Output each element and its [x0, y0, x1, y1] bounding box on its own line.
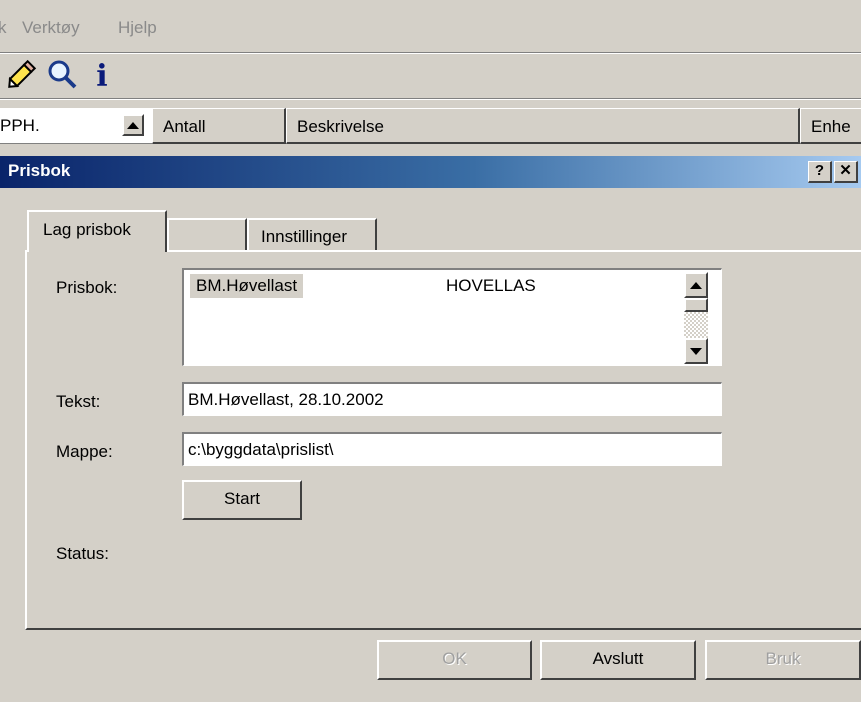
- list-item-code: HOVELLAS: [446, 276, 536, 295]
- mappe-label: Mappe:: [56, 442, 113, 461]
- search-button[interactable]: [44, 58, 80, 94]
- mappe-field[interactable]: c:\byggdata\prislist\: [182, 432, 722, 466]
- menu-item-partial[interactable]: k: [0, 18, 7, 38]
- search-icon: [46, 58, 78, 95]
- combo-up-button[interactable]: [122, 114, 144, 136]
- list-item-name[interactable]: BM.Høvellast: [190, 274, 304, 298]
- column-header-enhet[interactable]: Enhe: [800, 108, 861, 144]
- ok-button[interactable]: OK: [377, 640, 532, 680]
- pencil-icon: [6, 58, 38, 95]
- close-icon: ✕: [839, 162, 852, 179]
- toolbar-separator: [0, 98, 861, 100]
- dialog-titlebar[interactable]: Prisbok ? ✕: [0, 156, 861, 188]
- tekst-label: Tekst:: [56, 392, 101, 411]
- tab-blank[interactable]: [167, 218, 247, 250]
- scroll-down-button[interactable]: [684, 338, 708, 364]
- column-header-antall[interactable]: Antall: [152, 108, 286, 144]
- grid-combo[interactable]: PPH.: [0, 108, 152, 144]
- tab-innstillinger[interactable]: Innstillinger: [247, 218, 377, 250]
- prisbok-listbox[interactable]: BM.Høvellast HOVELLAS: [182, 268, 722, 366]
- column-header-beskrivelse[interactable]: Beskrivelse: [286, 108, 800, 144]
- status-label: Status:: [56, 544, 109, 563]
- listbox-scrollbar[interactable]: [684, 272, 708, 364]
- bruk-button[interactable]: Bruk: [705, 640, 861, 680]
- toolbar: i: [0, 54, 861, 100]
- help-icon: ?: [814, 162, 825, 179]
- avslutt-button[interactable]: Avslutt: [540, 640, 696, 680]
- arrow-up-icon: [690, 281, 702, 289]
- close-button[interactable]: ✕: [834, 161, 858, 183]
- dialog-title: Prisbok: [8, 161, 71, 180]
- help-button[interactable]: ?: [808, 161, 832, 183]
- start-button[interactable]: Start: [182, 480, 302, 520]
- scroll-thumb[interactable]: [684, 298, 708, 312]
- tekst-field[interactable]: BM.Høvellast, 28.10.2002: [182, 382, 722, 416]
- grid-combo-value: PPH.: [0, 116, 40, 135]
- prisbok-label: Prisbok:: [56, 278, 118, 297]
- scroll-up-button[interactable]: [684, 272, 708, 298]
- arrow-up-icon: [127, 121, 139, 129]
- arrow-down-icon: [690, 347, 702, 355]
- menu-item-verktoy[interactable]: Verktøy: [22, 18, 80, 38]
- pencil-button[interactable]: [4, 58, 40, 94]
- menu-bar: k Verktøy Hjelp: [0, 0, 861, 52]
- info-icon: i: [96, 58, 108, 94]
- menu-item-hjelp[interactable]: Hjelp: [118, 18, 157, 38]
- info-button[interactable]: i: [84, 58, 120, 94]
- grid-header: PPH. Antall Beskrivelse Enhe: [0, 108, 861, 144]
- tab-lag-prisbok[interactable]: Lag prisbok: [27, 210, 167, 252]
